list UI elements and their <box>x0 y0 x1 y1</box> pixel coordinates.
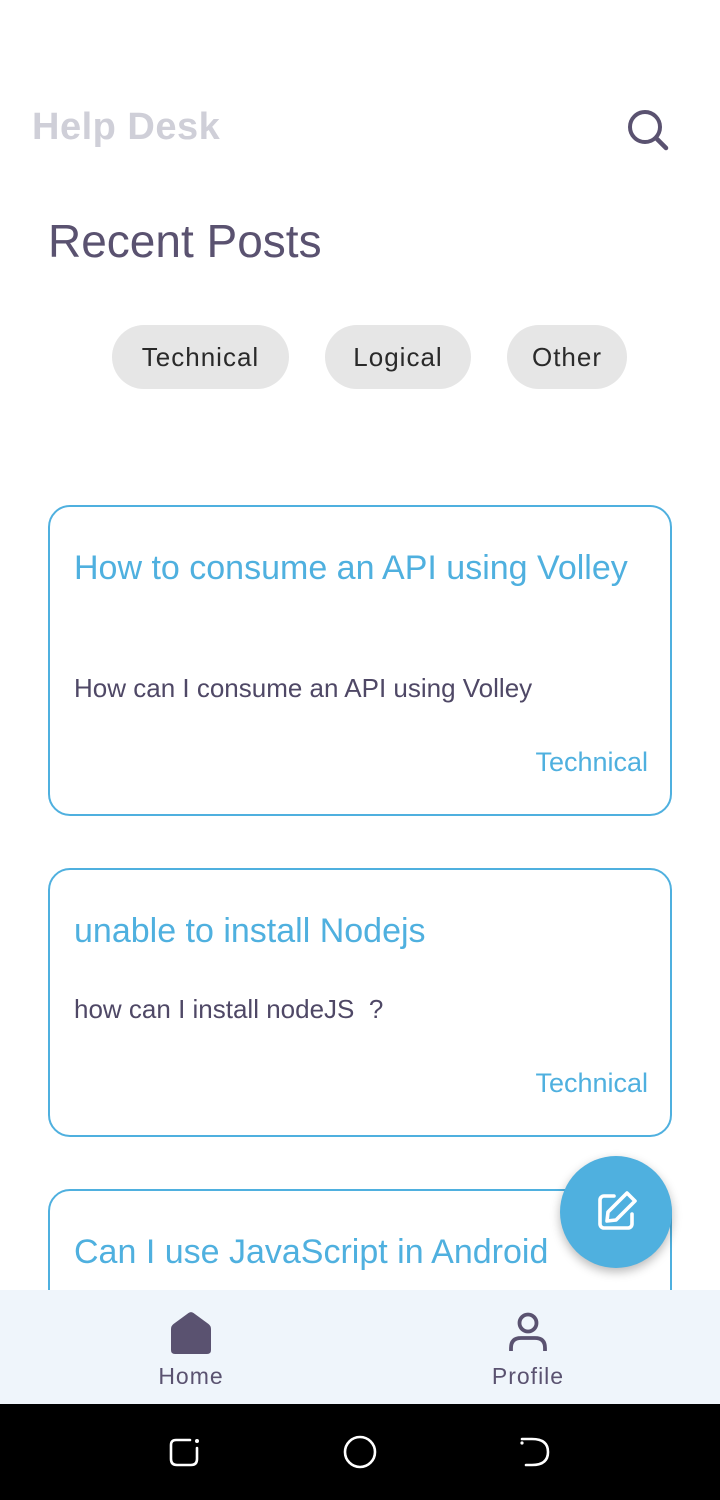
bottom-navigation: Home Profile <box>0 1290 720 1404</box>
nav-item-home[interactable]: Home <box>91 1290 291 1404</box>
nav-label-home: Home <box>158 1363 224 1389</box>
nav-label-profile: Profile <box>491 1363 565 1389</box>
post-tag: Technical <box>535 1068 648 1098</box>
new-post-button[interactable] <box>560 1156 672 1268</box>
edit-icon <box>598 1191 637 1230</box>
home-icon <box>171 1312 211 1354</box>
post-body: how can I install nodeJS ? <box>74 994 384 1024</box>
home-circle-icon[interactable] <box>342 1434 378 1470</box>
recents-icon[interactable] <box>166 1434 202 1470</box>
post-title: How to consume an API using Volley <box>74 549 628 587</box>
post-card[interactable]: How to consume an API using Volley How c… <box>48 505 672 816</box>
nav-item-profile[interactable]: Profile <box>428 1290 628 1404</box>
post-list[interactable]: How to consume an API using Volley How c… <box>0 0 720 1290</box>
system-navigation-bar <box>0 1404 720 1500</box>
post-title: unable to install Nodejs <box>74 912 426 950</box>
back-icon[interactable] <box>518 1434 554 1470</box>
post-card[interactable]: unable to install Nodejs how can I insta… <box>48 868 672 1137</box>
person-icon <box>509 1312 547 1351</box>
post-tag: Technical <box>535 747 648 777</box>
post-body: How can I consume an API using Volley <box>74 673 533 703</box>
